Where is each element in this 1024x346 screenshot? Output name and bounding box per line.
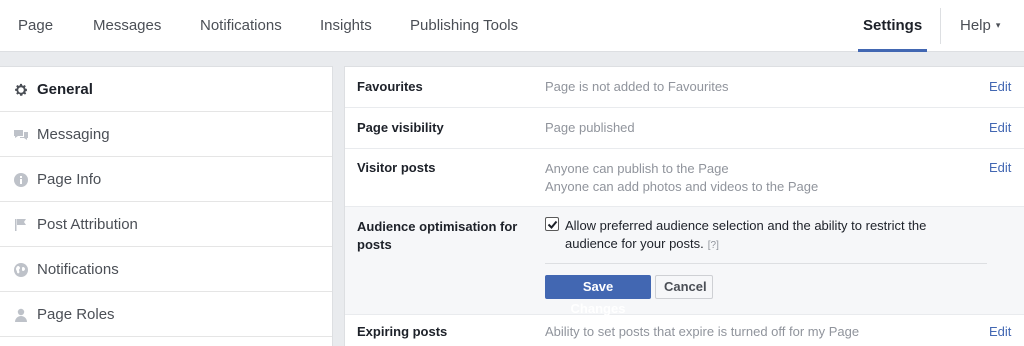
setting-row-page-visibility: Page visibility Page published Edit xyxy=(345,108,1024,149)
edit-link[interactable]: Edit xyxy=(989,323,1011,341)
setting-name: Visitor posts xyxy=(357,160,436,175)
setting-row-visitor-posts: Visitor posts Anyone can publish to the … xyxy=(345,149,1024,207)
setting-value-line: Anyone can add photos and videos to the … xyxy=(545,179,819,194)
flag-icon xyxy=(15,219,26,231)
divider xyxy=(545,263,987,264)
sidebar-item-label: Page Info xyxy=(37,171,102,188)
tab-page[interactable]: Page xyxy=(18,0,53,52)
cancel-button[interactable]: Cancel xyxy=(655,275,713,299)
edit-link[interactable]: Edit xyxy=(989,159,1011,177)
setting-value-line: Anyone can publish to the Page xyxy=(545,161,729,176)
audience-checkbox-label[interactable]: Allow preferred audience selection and t… xyxy=(565,217,975,255)
tab-help[interactable]: Help ▾ xyxy=(960,0,1000,52)
checkbox-label-text: Allow preferred audience selection and t… xyxy=(565,218,927,251)
setting-name-line: posts xyxy=(357,237,392,252)
sidebar-item-page-roles[interactable]: Page Roles xyxy=(0,292,332,337)
sidebar-item-post-attribution[interactable]: Post Attribution xyxy=(0,202,332,247)
help-label: Help xyxy=(960,17,991,34)
setting-name: Page visibility xyxy=(357,120,444,135)
info-icon xyxy=(14,173,28,187)
sidebar-item-label: Post Attribution xyxy=(37,216,138,233)
tab-messages[interactable]: Messages xyxy=(93,0,161,52)
sidebar-item-messaging[interactable]: Messaging xyxy=(0,112,332,157)
setting-name: Favourites xyxy=(357,79,423,94)
tab-insights[interactable]: Insights xyxy=(320,0,372,52)
edit-link[interactable]: Edit xyxy=(989,78,1011,96)
tab-notifications[interactable]: Notifications xyxy=(200,0,282,52)
setting-row-favourites: Favourites Page is not added to Favourit… xyxy=(345,67,1024,108)
settings-panel: Favourites Page is not added to Favourit… xyxy=(344,66,1024,346)
setting-row-expiring-posts: Expiring posts Ability to set posts that… xyxy=(345,315,1024,346)
setting-value: Ability to set posts that expire is turn… xyxy=(545,324,860,339)
sidebar-item-label: Messaging xyxy=(37,126,110,143)
chat-bubbles-icon xyxy=(14,130,28,140)
sidebar-item-label: General xyxy=(37,81,93,98)
setting-value: Page published xyxy=(545,120,635,135)
top-nav: Page Messages Notifications Insights Pub… xyxy=(0,0,1024,52)
setting-name-line: Audience optimisation for xyxy=(357,219,518,234)
setting-row-audience-optimisation: Audience optimisation for posts Allow pr… xyxy=(345,207,1024,316)
save-changes-button[interactable]: Save Changes xyxy=(545,275,651,316)
person-icon xyxy=(15,308,27,322)
sidebar-item-label: Page Roles xyxy=(37,306,115,323)
setting-value: Page is not added to Favourites xyxy=(545,79,729,94)
sidebar-item-label: Notifications xyxy=(37,261,119,278)
sidebar-item-general[interactable]: General xyxy=(0,67,332,112)
checkmark-icon xyxy=(547,220,558,229)
gear-icon xyxy=(15,83,28,96)
chevron-down-icon: ▾ xyxy=(995,20,1001,30)
setting-name: Expiring posts xyxy=(357,324,448,339)
audience-checkbox[interactable] xyxy=(545,217,559,231)
sidebar-item-notifications[interactable]: Notifications xyxy=(0,247,332,292)
nav-divider xyxy=(940,8,941,44)
settings-sidebar: General Messaging Page Info Post Attribu… xyxy=(0,66,333,346)
sidebar-item-page-info[interactable]: Page Info xyxy=(0,157,332,202)
help-link[interactable]: [?] xyxy=(708,240,719,251)
tab-settings[interactable]: Settings xyxy=(858,0,928,52)
globe-icon xyxy=(14,263,28,277)
edit-link[interactable]: Edit xyxy=(989,119,1011,137)
tab-publishing-tools[interactable]: Publishing Tools xyxy=(410,0,518,52)
